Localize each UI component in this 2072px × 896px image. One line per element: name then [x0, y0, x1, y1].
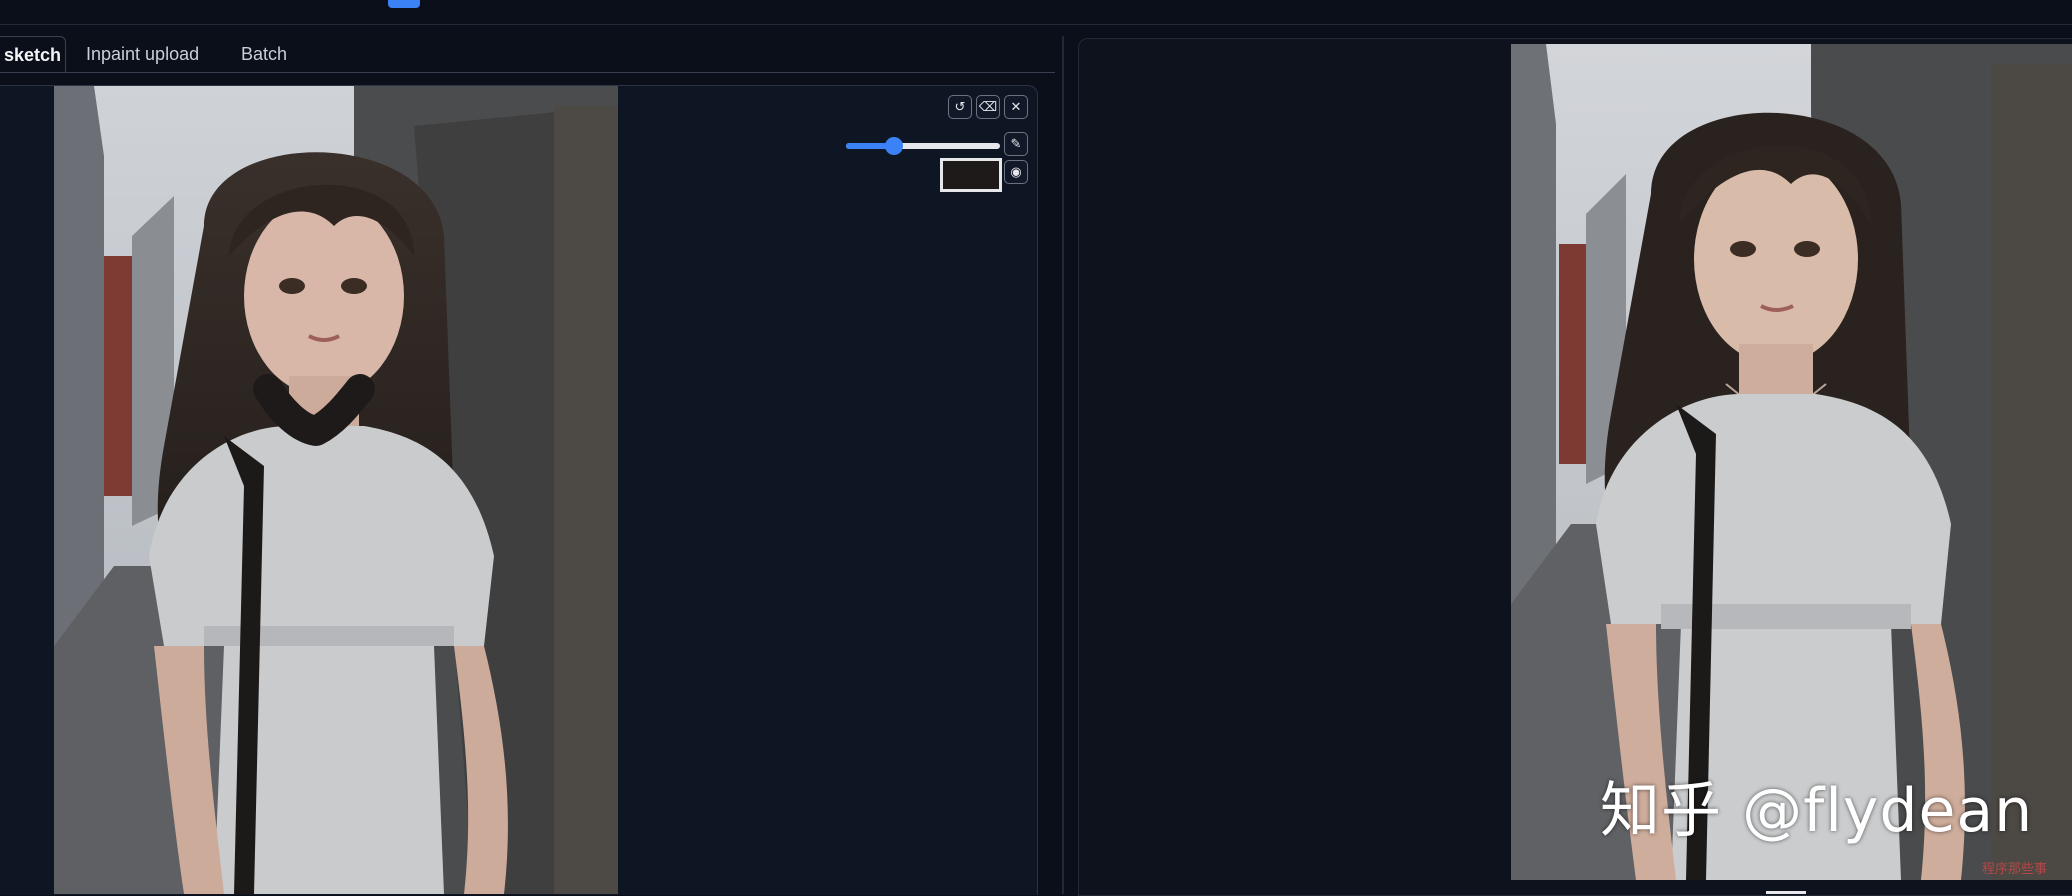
small-watermark: 程序那些事	[1982, 862, 2048, 877]
watermark-text: 知乎 @flydean	[1600, 776, 2034, 846]
tab-batch-label: Batch	[241, 44, 288, 64]
panel-divider	[1062, 36, 1064, 894]
palette-icon[interactable]: ◉	[1004, 160, 1028, 184]
tab-inpaint-upload[interactable]: Inpaint upload	[82, 36, 203, 72]
close-icon[interactable]: ✕	[1004, 95, 1028, 119]
tab-sketch[interactable]: sketch	[0, 36, 66, 73]
brush-size-slider[interactable]	[846, 137, 1000, 155]
tab-batch[interactable]: Batch	[237, 36, 291, 72]
tab-inpaint-upload-label: Inpaint upload	[86, 44, 200, 64]
brush-color-swatch[interactable]	[940, 158, 1002, 192]
top-accent-button[interactable]	[388, 0, 420, 8]
sketch-canvas-image[interactable]	[54, 86, 618, 894]
brush-icon[interactable]: ✎	[1004, 132, 1028, 156]
eraser-icon[interactable]: ⌫	[976, 95, 1000, 119]
tab-sketch-label: sketch	[3, 45, 61, 65]
img2img-tab-bar: sketch Inpaint upload Batch	[0, 36, 1055, 73]
slider-thumb[interactable]	[884, 137, 903, 155]
top-navigation-strip	[0, 0, 2072, 25]
result-image[interactable]	[1511, 44, 2072, 880]
undo-icon[interactable]: ↺	[948, 95, 972, 119]
